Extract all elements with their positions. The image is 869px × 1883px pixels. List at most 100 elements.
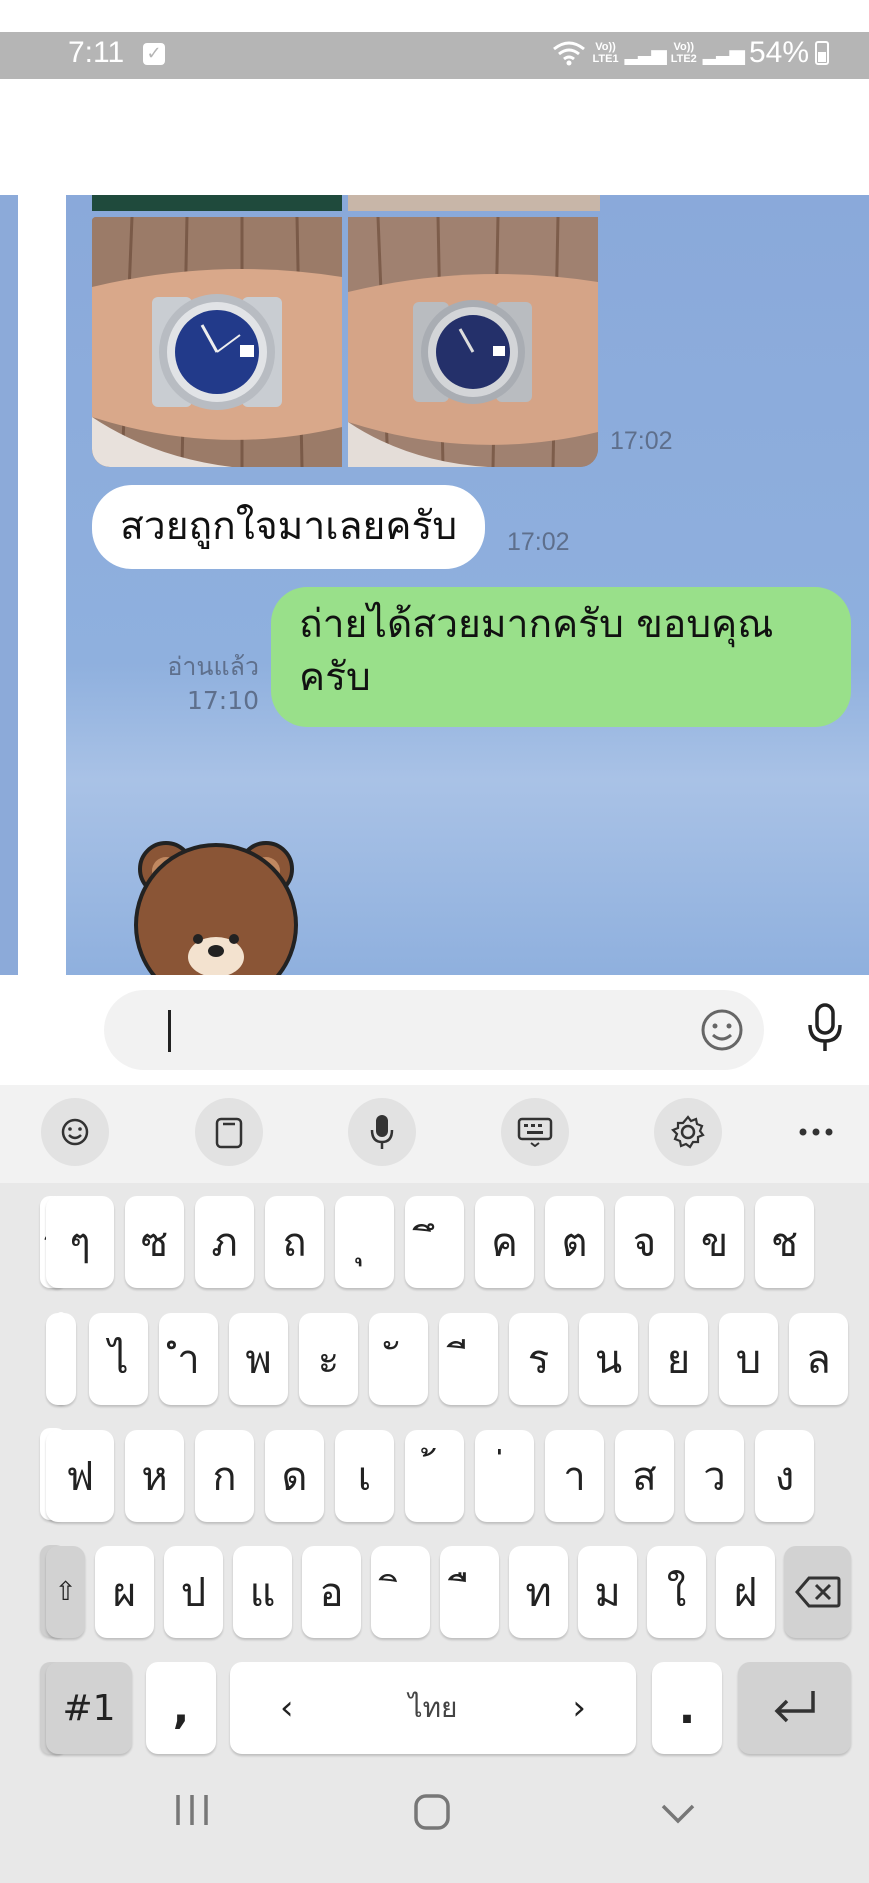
key-label: ช (770, 1220, 799, 1266)
key-label: ผ (112, 1570, 137, 1616)
key-label: บ (735, 1337, 762, 1383)
brown-bear-sticker[interactable] (128, 827, 304, 975)
key-r4-4[interactable]: ิ (371, 1546, 430, 1638)
key-r1-8[interactable]: จ (615, 1196, 674, 1288)
key-label: ๆ (69, 1220, 91, 1266)
notification-check-icon: ✓ (143, 43, 165, 65)
key-r3-1[interactable]: ห (125, 1430, 184, 1522)
key-r2-5[interactable]: ี (439, 1313, 498, 1405)
key-r1-7[interactable]: ต (545, 1196, 604, 1288)
microphone-icon[interactable] (807, 1003, 843, 1053)
key-r1-3[interactable]: ถ (265, 1196, 324, 1288)
key-r4-8[interactable]: ใ (647, 1546, 706, 1638)
comma-key-label: , (172, 1682, 190, 1734)
key-r2-10[interactable]: ล (789, 1313, 848, 1405)
key-r3-0[interactable]: ฟ (46, 1430, 114, 1522)
chat-header (66, 79, 869, 195)
edge-status-bar (0, 32, 66, 79)
battery-icon (815, 41, 829, 65)
chat-area[interactable]: 17:02 สวยถูกใจมาเลยครับ 17:02 อ่านแล้ว 1… (66, 195, 869, 975)
key-r3-9[interactable]: ว (685, 1430, 744, 1522)
key-r1-6[interactable]: ค (475, 1196, 534, 1288)
status-icons: Vo)) LTE1 ▂▃▅ Vo)) LTE2 ▂▃▅ 54% (552, 36, 829, 70)
edge-chat-background (0, 195, 18, 975)
key-r4-3[interactable]: อ (302, 1546, 361, 1638)
wifi-icon (552, 40, 586, 66)
key-r4-0[interactable]: ผ (95, 1546, 154, 1638)
key-r3-6[interactable]: ่ (475, 1430, 534, 1522)
message-input[interactable] (104, 990, 764, 1070)
key-r2-6[interactable]: ร (509, 1313, 568, 1405)
key-r2-8[interactable]: ย (649, 1313, 708, 1405)
key-r1-10[interactable]: ช (755, 1196, 814, 1288)
backspace-key[interactable] (784, 1546, 851, 1638)
period-key[interactable]: . (652, 1662, 722, 1754)
key-r3-8[interactable]: ส (615, 1430, 674, 1522)
key-label: ภ (211, 1220, 238, 1266)
edge-keyboard (0, 1183, 66, 1883)
key-r2-2[interactable]: พ (229, 1313, 288, 1405)
key-r4-7[interactable]: ม (578, 1546, 637, 1638)
hide-keyboard-icon[interactable] (660, 1803, 696, 1825)
key-r1-4[interactable]: ุ (335, 1196, 394, 1288)
symbols-key[interactable]: #1 (46, 1662, 132, 1754)
comma-key[interactable]: , (146, 1662, 216, 1754)
key-label: ไ (108, 1337, 129, 1383)
key-r1-5[interactable]: ึ (405, 1196, 464, 1288)
key-r4-5[interactable]: ื (440, 1546, 499, 1638)
previous-photo-edge-2 (348, 195, 600, 211)
key-r2-edge[interactable] (46, 1313, 76, 1405)
key-r4-9[interactable]: ฝ (716, 1546, 775, 1638)
keyboard-icon (517, 1117, 553, 1147)
key-r2-9[interactable]: บ (719, 1313, 778, 1405)
key-r4-6[interactable]: ท (509, 1546, 568, 1638)
previous-photo-edge (92, 195, 342, 211)
keyboard-toolbar (41, 1085, 869, 1183)
key-r2-4[interactable]: ั (369, 1313, 428, 1405)
home-icon[interactable] (413, 1793, 451, 1831)
key-r3-7[interactable]: า (545, 1430, 604, 1522)
key-r2-3[interactable]: ะ (299, 1313, 358, 1405)
key-r1-0[interactable]: ๆ (46, 1196, 114, 1288)
keyboard-settings-button[interactable] (654, 1098, 722, 1166)
key-r2-7[interactable]: น (579, 1313, 638, 1405)
outgoing-message-bubble[interactable]: ถ่ายได้สวยมากครับ ขอบคุณครับ (271, 587, 851, 727)
key-r1-9[interactable]: ข (685, 1196, 744, 1288)
space-bar[interactable]: ‹ ไทย › (230, 1662, 636, 1754)
text-cursor (168, 1010, 171, 1052)
key-r1-1[interactable]: ซ (125, 1196, 184, 1288)
keyboard-mode-button[interactable] (501, 1098, 569, 1166)
emoji-icon[interactable] (700, 1008, 744, 1052)
shift-key[interactable]: ⇧ (46, 1546, 85, 1638)
key-r2-0[interactable]: ไ (89, 1313, 148, 1405)
key-r2-1[interactable]: ำ (159, 1313, 218, 1405)
recent-apps-icon[interactable] (174, 1793, 210, 1827)
emoji-keyboard-button[interactable] (41, 1098, 109, 1166)
key-r3-3[interactable]: ด (265, 1430, 324, 1522)
key-r3-2[interactable]: ก (195, 1430, 254, 1522)
signal-2-icon: ▂▃▅ (702, 42, 745, 65)
watch-photo-2[interactable] (348, 217, 598, 467)
key-r1-2[interactable]: ภ (195, 1196, 254, 1288)
network-2-label: Vo)) LTE2 (670, 41, 697, 65)
enter-key[interactable] (738, 1662, 851, 1754)
key-r3-5[interactable]: ้ (405, 1430, 464, 1522)
key-label: ใ (666, 1570, 687, 1616)
incoming-message-bubble[interactable]: สวยถูกใจมาเลยครับ (92, 485, 486, 569)
key-r4-1[interactable]: ป (164, 1546, 223, 1638)
key-label: พ (245, 1337, 272, 1383)
key-r4-2[interactable]: แ (233, 1546, 292, 1638)
battery-percent: 54% (748, 36, 809, 69)
clipboard-button[interactable] (195, 1098, 263, 1166)
more-options-button[interactable] (782, 1098, 850, 1166)
watch-photo-1[interactable] (92, 217, 342, 467)
key-r3-4[interactable]: เ (335, 1430, 394, 1522)
key-label: อ (319, 1570, 344, 1616)
phone-screen: ๅ 7:11 ✓ Vo))LTE1 ▂▃▅ Vo))LTE2 ▂▃▅ 54% (0, 0, 869, 1883)
incoming-message-text: สวยถูกใจมาเลยครับ (120, 503, 458, 549)
key-label: จ (632, 1220, 657, 1266)
voice-input-button[interactable] (348, 1098, 416, 1166)
key-r3-10[interactable]: ง (755, 1430, 814, 1522)
backspace-icon (794, 1576, 840, 1608)
key-label: ฝ (733, 1570, 758, 1616)
